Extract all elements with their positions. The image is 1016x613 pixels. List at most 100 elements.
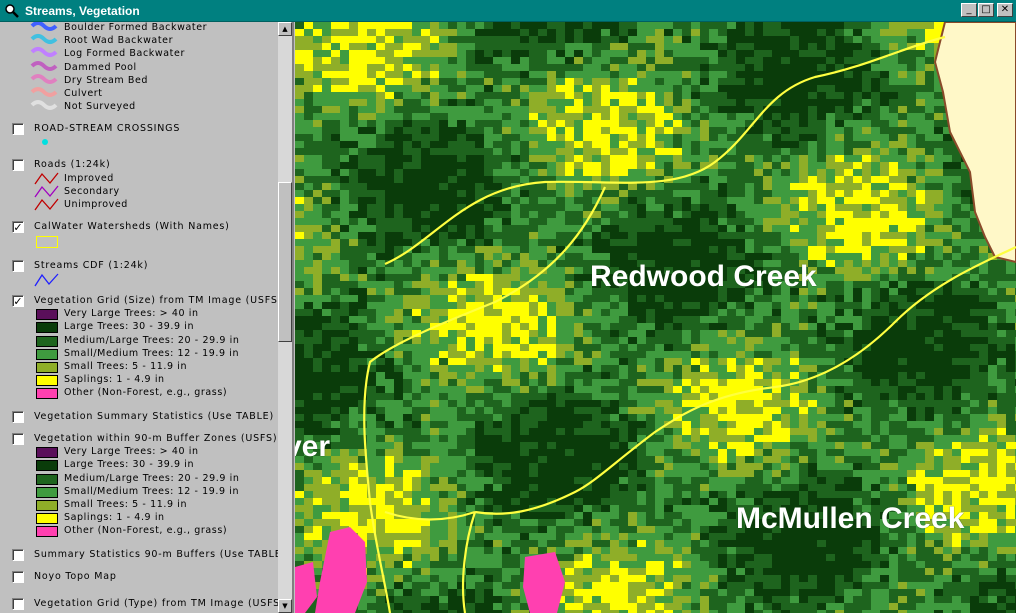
vegetation-cell <box>907 337 916 344</box>
vegetation-cell <box>754 225 763 232</box>
veg-type-checkbox[interactable] <box>12 598 24 610</box>
veg-buffer-checkbox[interactable] <box>12 433 24 445</box>
vegetation-cell <box>592 127 601 134</box>
vegetation-cell <box>439 162 448 169</box>
vegetation-cell <box>826 358 835 365</box>
vegetation-cell <box>673 386 682 393</box>
scroll-down-button[interactable]: ▼ <box>278 599 292 613</box>
vegetation-cell <box>358 225 367 232</box>
vegetation-cell <box>880 113 889 120</box>
layer-title-veg-grid-size[interactable]: Vegetation Grid (Size) from TM Image (US… <box>34 295 282 306</box>
vegetation-cell <box>322 267 331 274</box>
vegetation-cell <box>331 232 340 239</box>
vegetation-cell <box>421 281 430 288</box>
vegetation-cell <box>682 386 691 393</box>
veg-grid-size-checkbox[interactable]: ✓ <box>12 295 24 307</box>
scroll-up-button[interactable]: ▲ <box>278 22 292 36</box>
vegetation-cell <box>889 288 898 295</box>
vegetation-cell <box>736 57 745 64</box>
vegetation-cell <box>439 302 448 309</box>
vegetation-cell <box>673 351 682 358</box>
vegetation-cell <box>430 246 439 253</box>
calwater-checkbox[interactable]: ✓ <box>12 221 24 233</box>
vegetation-cell <box>430 428 439 435</box>
legend-scrollbar[interactable]: ▲ ▼ <box>278 22 292 613</box>
roads-checkbox[interactable] <box>12 159 24 171</box>
vegetation-cell <box>466 393 475 400</box>
layer-title-road-stream-crossings[interactable]: ROAD-STREAM CROSSINGS <box>34 123 180 134</box>
table-of-contents[interactable]: Boulder Formed Backwater Root Wad Backwa… <box>0 22 294 613</box>
vegetation-cell <box>736 36 745 43</box>
vegetation-cell <box>547 288 556 295</box>
vegetation-cell <box>997 288 1006 295</box>
vegetation-cell <box>331 323 340 330</box>
vegetation-cell <box>295 372 304 379</box>
vegetation-cell <box>484 365 493 372</box>
road-stream-crossings-checkbox[interactable] <box>12 123 24 135</box>
vegetation-cell <box>682 57 691 64</box>
vegetation-cell <box>871 183 880 190</box>
vegetation-cell <box>781 162 790 169</box>
vegetation-cell <box>457 29 466 36</box>
streams-checkbox[interactable] <box>12 260 24 272</box>
close-button[interactable]: ✕ <box>997 3 1013 17</box>
scroll-thumb[interactable] <box>278 182 292 342</box>
vegetation-cell <box>835 274 844 281</box>
vegetation-cell <box>403 225 412 232</box>
layer-title-veg-summary[interactable]: Vegetation Summary Statistics (Use TABLE… <box>34 411 274 422</box>
vegetation-cell <box>871 78 880 85</box>
vegetation-cell <box>475 295 484 302</box>
vegetation-cell <box>682 351 691 358</box>
vegetation-cell <box>367 127 376 134</box>
vegetation-cell <box>475 169 484 176</box>
layer-title-calwater[interactable]: CalWater Watersheds (With Names) <box>34 221 230 232</box>
summary-buffers-checkbox[interactable] <box>12 549 24 561</box>
layer-title-veg-buffer[interactable]: Vegetation within 90-m Buffer Zones (USF… <box>34 433 277 444</box>
vegetation-cell <box>295 197 304 204</box>
vegetation-cell <box>907 57 916 64</box>
vegetation-cell <box>799 358 808 365</box>
vegetation-cell <box>907 225 916 232</box>
minimize-button[interactable]: _ <box>961 3 977 17</box>
vegetation-cell <box>331 92 340 99</box>
vegetation-cell <box>691 372 700 379</box>
vegetation-cell <box>655 407 664 414</box>
vegetation-cell <box>583 330 592 337</box>
vegetation-cell <box>565 372 574 379</box>
veg-summary-checkbox[interactable] <box>12 411 24 423</box>
vegetation-cell <box>601 120 610 127</box>
window-titlebar[interactable]: Streams, Vegetation _ □ ✕ <box>0 0 1016 22</box>
vegetation-cell <box>565 29 574 36</box>
layer-title-noyo-topo[interactable]: Noyo Topo Map <box>34 571 117 582</box>
vegetation-cell <box>304 393 313 400</box>
vegetation-cell <box>349 337 358 344</box>
vegetation-cell <box>295 316 304 323</box>
vegetation-cell <box>925 309 934 316</box>
vegetation-cell <box>448 204 457 211</box>
vegetation-cell <box>772 295 781 302</box>
vegetation-cell <box>727 365 736 372</box>
layer-title-veg-type[interactable]: Vegetation Grid (Type) from TM Image (US… <box>34 598 285 609</box>
vegetation-cell <box>970 232 979 239</box>
vegetation-cell <box>1006 372 1015 379</box>
vegetation-cell <box>637 162 646 169</box>
vegetation-cell <box>556 379 565 386</box>
layer-title-roads[interactable]: Roads (1:24k) <box>34 159 110 170</box>
vegetation-cell <box>853 43 862 50</box>
vegetation-cell <box>781 134 790 141</box>
vegetation-cell <box>457 162 466 169</box>
vegetation-cell <box>565 225 574 232</box>
vegetation-cell <box>754 64 763 71</box>
vegetation-cell <box>934 386 943 393</box>
vegetation-cell <box>403 407 412 414</box>
vegetation-cell <box>457 302 466 309</box>
layer-title-streams[interactable]: Streams CDF (1:24k) <box>34 260 148 271</box>
vegetation-cell <box>1006 337 1015 344</box>
noyo-topo-checkbox[interactable] <box>12 571 24 583</box>
vegetation-cell <box>853 246 862 253</box>
vegetation-cell <box>673 330 682 337</box>
maximize-button[interactable]: □ <box>978 3 994 17</box>
vegetation-cell <box>844 71 853 78</box>
map-view[interactable]: Redwood Creek McMullen Creek ver <box>295 22 1016 613</box>
layer-title-summary-buffers[interactable]: Summary Statistics 90-m Buffers (Use TAB… <box>34 549 286 560</box>
